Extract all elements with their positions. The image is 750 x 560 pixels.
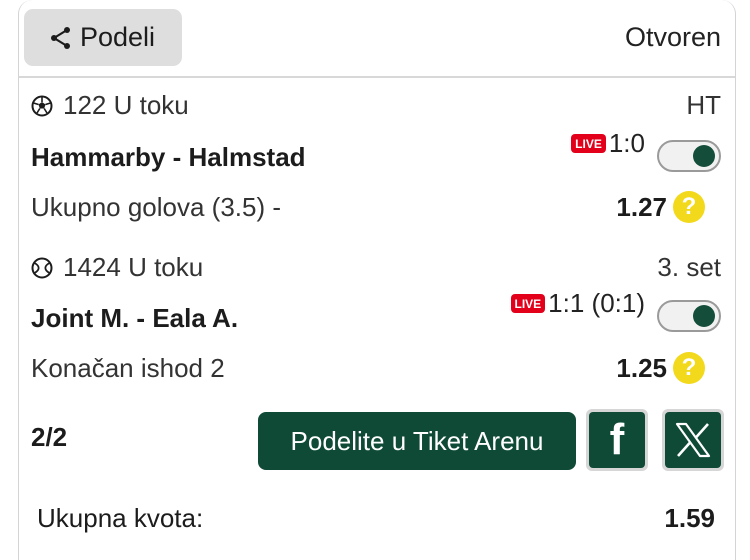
market-row: Ukupno golova (3.5) - 1.27 ? [31, 191, 721, 226]
share-label: Podeli [80, 22, 156, 52]
help-icon[interactable]: ? [673, 191, 705, 223]
share-button[interactable]: Podeli [24, 9, 182, 66]
odd-value: 1.27 [616, 192, 667, 222]
event-teams: Joint M. - Eala A. [31, 303, 239, 333]
event-info: 1424 U toku [63, 252, 204, 282]
total-odds-value: 1.59 [664, 503, 715, 533]
ticket-header: Podeli Otvoren [19, 0, 735, 78]
toggle-knob [693, 145, 715, 167]
ticket-status: Otvoren [624, 22, 721, 52]
market-name: Ukupno golova (3.5) - [31, 192, 282, 222]
facebook-icon: f [609, 415, 625, 464]
score-value: 1:1 (0:1) [548, 288, 645, 318]
ticket-card: Podeli Otvoren 122 U toku HT Hammarby - … [18, 0, 736, 560]
event-teams-row: Hammarby - Halmstad LIVE 1:0 [31, 128, 721, 174]
event-teams-row: Joint M. - Eala A. LIVE 1:1 (0:1) [31, 288, 721, 336]
event-toggle[interactable] [657, 140, 721, 172]
x-logo-icon [675, 422, 711, 458]
x-share-button[interactable] [662, 409, 724, 471]
event-info-row: 1424 U toku 3. set [31, 252, 721, 284]
event-teams: Hammarby - Halmstad [31, 142, 306, 172]
live-score: LIVE 1:1 (0:1) [510, 288, 645, 319]
event-toggle[interactable] [657, 300, 721, 332]
soccer-ball-icon [31, 95, 53, 117]
market-row: Konačan ishod 2 1.25 ? [31, 352, 721, 387]
share-icon [51, 26, 70, 49]
market-name: Konačan ishod 2 [31, 353, 225, 383]
tennis-ball-icon [31, 257, 53, 279]
toggle-knob [693, 305, 715, 327]
live-score: LIVE 1:0 [571, 128, 645, 159]
score-value: 1:0 [608, 128, 645, 158]
event-info: 122 U toku [63, 90, 189, 120]
event-period: 3. set [657, 252, 721, 282]
event-info-row: 122 U toku HT [31, 90, 721, 122]
facebook-share-button[interactable]: f [586, 409, 648, 471]
total-odds-label: Ukupna kvota: [37, 503, 204, 533]
selection-count: 2/2 [31, 422, 68, 452]
odd-value: 1.25 [616, 353, 667, 383]
event-period: HT [686, 90, 721, 120]
share-tiket-arena-button[interactable]: Podelite u Tiket Arenu [258, 412, 576, 470]
live-badge: LIVE [571, 134, 606, 153]
live-badge: LIVE [510, 294, 546, 313]
help-icon[interactable]: ? [673, 352, 705, 384]
